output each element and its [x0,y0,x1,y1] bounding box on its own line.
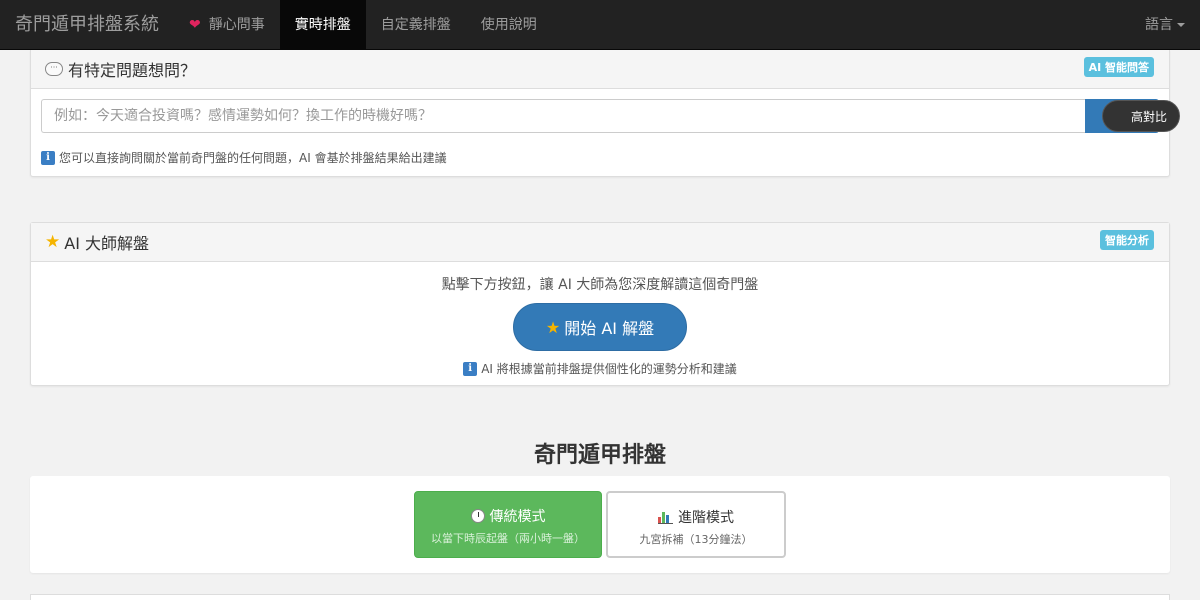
ai-panel-title: ★ AI 大師解盤 [45,230,149,254]
nav-item-label: 實時排盤 [294,16,351,33]
start-ai-analysis-button[interactable]: ★ 開始 AI 解盤 [513,303,687,351]
heart-icon: ❤ [189,16,201,33]
question-panel-title: ··· 有特定問題想問？ [45,57,196,81]
star-icon: ★ [45,232,61,252]
nav-item-realtime-chart[interactable]: 實時排盤 [279,0,366,50]
question-input[interactable] [41,99,1085,133]
high-contrast-toggle[interactable]: 高對比 [1102,100,1180,132]
language-dropdown[interactable]: 語言 [1145,0,1200,50]
star-icon: ★ [545,317,561,337]
question-panel-heading: ··· 有特定問題想問？ AI 智能問答 [31,50,1169,89]
ai-note: i AI 將根據當前排盤提供個性化的運勢分析和建議 [31,360,1169,377]
ai-button-label: 開始 AI 解盤 [564,319,655,338]
language-label: 語言 [1145,17,1173,33]
nav-item-instructions[interactable]: 使用說明 [466,0,552,50]
caret-down-icon [1177,23,1185,27]
ai-qa-badge: AI 智能問答 [1083,57,1154,77]
question-help: i 您可以直接詢問關於當前奇門盤的任何問題，AI 會基於排盤結果給出建議 [41,149,1159,166]
info-icon: i [463,361,478,376]
ai-analysis-panel: ★ AI 大師解盤 智能分析 點擊下方按鈕，讓 AI 大師為您深度解讀這個奇門盤… [30,222,1170,386]
mode-subtitle: 九宮拆補（13分鐘法） [639,533,753,546]
ai-note-text: AI 將根據當前排盤提供個性化的運勢分析和建議 [481,362,737,376]
advanced-mode-button[interactable]: 進階模式 九宮拆補（13分鐘法） [606,491,786,558]
traditional-mode-button[interactable]: 傳統模式 以當下時辰起盤（兩小時一盤） [414,491,602,558]
ai-panel-heading: ★ AI 大師解盤 智能分析 [31,223,1169,262]
mode-subtitle: 以當下時辰起盤（兩小時一盤） [431,532,585,545]
brand-title[interactable]: 奇門遁甲排盤系統 [0,0,174,50]
mode-title-text: 進階模式 [678,510,734,526]
section-title: 奇門遁甲排盤 [533,443,666,468]
ai-title-text: AI 大師解盤 [64,234,150,253]
mode-title-text: 傳統模式 [489,509,546,525]
nav-item-label: 使用說明 [480,16,537,33]
question-title-text: 有特定問題想問？ [68,61,197,80]
nav-item-custom-chart[interactable]: 自定義排盤 [366,0,466,50]
nav-item-meditation[interactable]: ❤ 靜心問事 [174,0,280,50]
smart-analysis-badge: 智能分析 [1100,230,1154,250]
info-icon: i [41,150,55,165]
nav-item-label: 自定義排盤 [380,16,451,33]
ai-description: 點擊下方按鈕，讓 AI 大師為您深度解讀這個奇門盤 [441,277,759,293]
top-navbar: 奇門遁甲排盤系統 ❤ 靜心問事 實時排盤 自定義排盤 使用說明 語言 [0,0,1200,50]
question-panel: ··· 有特定問題想問？ AI 智能問答 i 您可以直接詢問關於當前奇門盤的任何… [30,50,1170,177]
next-panel-edge [30,594,1170,600]
mode-selector-panel: 傳統模式 以當下時辰起盤（兩小時一盤） 進階模式 九宮拆補（13分鐘法） [30,476,1170,573]
clock-icon [470,509,485,523]
question-help-text: 您可以直接詢問關於當前奇門盤的任何問題，AI 會基於排盤結果給出建議 [59,151,447,165]
bar-chart-icon [658,510,673,524]
nav-item-label: 靜心問事 [208,16,265,33]
speech-bubble-icon: ··· [45,62,63,76]
